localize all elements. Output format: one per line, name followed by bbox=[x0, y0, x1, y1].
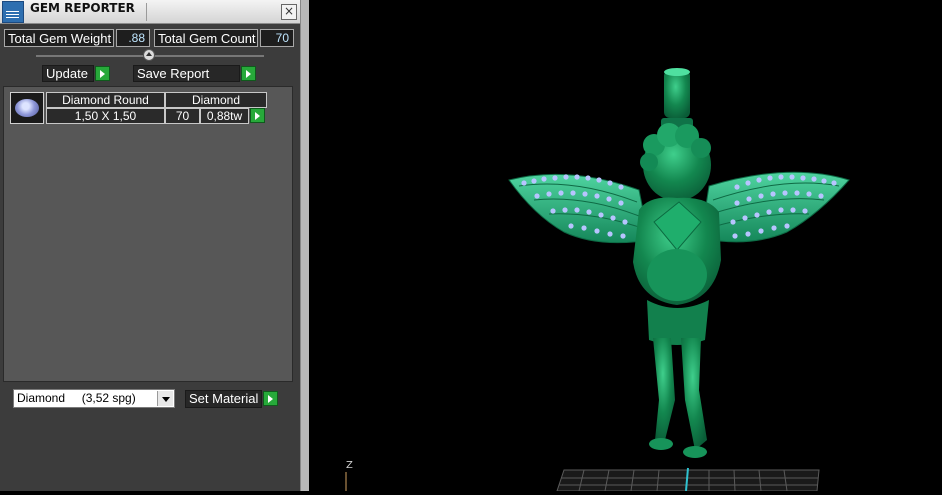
gem-row-arrow-icon[interactable] bbox=[250, 108, 265, 123]
gem-icon[interactable] bbox=[10, 92, 44, 124]
title-bar: GEM REPORTER × bbox=[0, 0, 300, 24]
gem-count-cell[interactable]: 70 bbox=[165, 108, 200, 124]
chevron-down-icon[interactable] bbox=[157, 391, 173, 406]
save-report-button[interactable]: Save Report bbox=[133, 65, 240, 82]
gem-weight-cell[interactable]: 0,88tw bbox=[200, 108, 249, 124]
total-weight-label: Total Gem Weight bbox=[4, 29, 114, 47]
gem-shape-cell[interactable]: Diamond Round bbox=[46, 92, 165, 108]
gem-material-cell[interactable]: Diamond bbox=[165, 92, 267, 108]
set-material-button[interactable]: Set Material bbox=[185, 390, 262, 408]
save-report-arrow-icon[interactable] bbox=[241, 66, 256, 81]
panel-splitter[interactable] bbox=[300, 0, 309, 491]
axis-z-label: Z bbox=[346, 460, 353, 471]
slider-knob-icon[interactable] bbox=[143, 49, 155, 61]
material-select[interactable]: Diamond (3,52 spg) bbox=[13, 389, 175, 408]
ground-grid bbox=[556, 467, 820, 492]
axis-indicator: Z bbox=[345, 460, 353, 491]
update-arrow-icon[interactable] bbox=[95, 66, 110, 81]
3d-viewport[interactable]: Z bbox=[309, 0, 942, 492]
gem-size-cell[interactable]: 1,50 X 1,50 bbox=[46, 108, 165, 124]
update-button[interactable]: Update bbox=[42, 65, 94, 82]
close-icon[interactable]: × bbox=[281, 4, 297, 20]
right-wing bbox=[700, 171, 850, 243]
title-divider bbox=[146, 3, 147, 21]
gem-list bbox=[3, 86, 293, 382]
total-count-label: Total Gem Count bbox=[154, 29, 258, 47]
material-select-value: Diamond (3,52 spg) bbox=[17, 391, 136, 405]
total-count-value: 70 bbox=[260, 29, 294, 47]
pendant-bail bbox=[661, 68, 693, 128]
window-title: GEM REPORTER bbox=[30, 1, 135, 15]
app-icon bbox=[2, 1, 24, 23]
viewport-canvas: Z bbox=[345, 68, 850, 492]
set-material-arrow-icon[interactable] bbox=[263, 391, 278, 406]
total-weight-value: .88 bbox=[116, 29, 150, 47]
angel-figure bbox=[633, 123, 721, 458]
gem-reporter-panel: GEM REPORTER × Total Gem Weight .88 Tota… bbox=[0, 0, 300, 491]
